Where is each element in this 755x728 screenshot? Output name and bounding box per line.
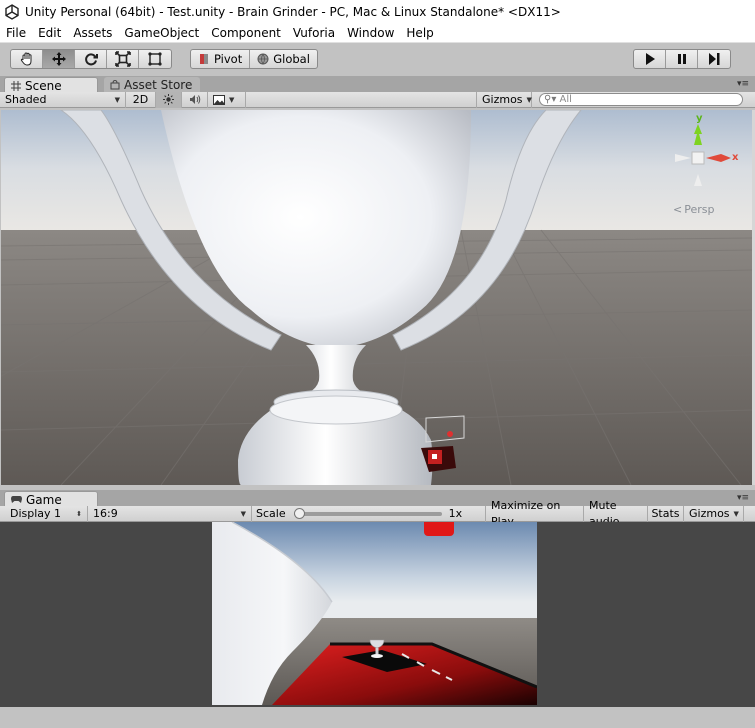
rotate-tool-button[interactable] bbox=[75, 50, 107, 68]
play-controls bbox=[633, 49, 731, 69]
search-icon: ⚲▾ bbox=[544, 94, 557, 105]
menu-assets[interactable]: Assets bbox=[67, 23, 118, 43]
hand-icon bbox=[20, 52, 31, 66]
scale-tool-button[interactable] bbox=[107, 50, 139, 68]
scale-slider[interactable] bbox=[293, 507, 442, 519]
scene-icon bbox=[11, 80, 21, 91]
global-label: Global bbox=[273, 52, 310, 66]
persp-label: Persp bbox=[684, 203, 715, 216]
sun-icon bbox=[163, 94, 174, 105]
title-bar: Unity Personal (64bit) - Test.unity - Br… bbox=[0, 0, 755, 23]
main-toolbar: Pivot Global bbox=[0, 43, 755, 76]
display-label: Display 1 bbox=[10, 506, 62, 520]
menu-gameobject[interactable]: GameObject bbox=[118, 23, 205, 43]
chevron-down-icon: ▼ bbox=[733, 509, 739, 518]
chevron-down-icon: ▼ bbox=[114, 95, 120, 104]
chevron-updown-icon: ⬍ bbox=[76, 509, 82, 518]
menu-vuforia[interactable]: Vuforia bbox=[287, 23, 341, 43]
scale-value: 1x bbox=[448, 506, 463, 520]
chevron-down-icon: ▼ bbox=[229, 95, 235, 104]
step-icon bbox=[709, 53, 720, 65]
menu-component[interactable]: Component bbox=[205, 23, 287, 43]
game-panel-menu-icon[interactable]: ▾≡ bbox=[737, 493, 749, 503]
scene-gizmos-dropdown[interactable]: Gizmos ▼ bbox=[476, 91, 532, 108]
speaker-icon bbox=[189, 95, 200, 104]
pause-icon bbox=[677, 54, 686, 64]
game-render bbox=[212, 522, 537, 705]
menu-edit[interactable]: Edit bbox=[32, 23, 67, 43]
menu-help[interactable]: Help bbox=[400, 23, 439, 43]
game-viewport[interactable] bbox=[0, 522, 755, 707]
draw-mode-label: Shaded bbox=[5, 92, 47, 106]
scene-viewport[interactable]: y x < Persp bbox=[1, 110, 752, 485]
mute-audio-toggle[interactable]: Mute audio bbox=[584, 499, 648, 528]
game-gizmos-dropdown[interactable]: Gizmos ▼ bbox=[684, 505, 744, 522]
play-button[interactable] bbox=[634, 50, 666, 68]
rect-tool-button[interactable] bbox=[139, 50, 171, 68]
perspective-icon: < bbox=[673, 203, 683, 216]
rect-icon bbox=[148, 52, 162, 66]
search-placeholder: All bbox=[559, 94, 572, 105]
status-bar bbox=[0, 707, 755, 728]
menu-window[interactable]: Window bbox=[341, 23, 400, 43]
hand-tool-button[interactable] bbox=[11, 50, 43, 68]
scale-slider-handle[interactable] bbox=[293, 507, 305, 519]
pivot-label: Pivot bbox=[214, 52, 243, 66]
chevron-down-icon: ▼ bbox=[526, 95, 532, 104]
scene-gizmos-label: Gizmos bbox=[482, 92, 523, 106]
pivot-button[interactable]: Pivot bbox=[191, 50, 251, 68]
step-button[interactable] bbox=[698, 50, 730, 68]
aspect-dropdown[interactable]: 16:9 ▼ bbox=[88, 505, 252, 522]
menu-bar: File Edit Assets GameObject Component Vu… bbox=[0, 23, 755, 43]
game-gizmos-label: Gizmos bbox=[689, 506, 730, 520]
window-title: Unity Personal (64bit) - Test.unity - Br… bbox=[25, 4, 561, 19]
scale-control: Scale 1x bbox=[252, 505, 486, 522]
scene-toolbar: Shaded ▼ 2D ▼ Gizmos ▼ ⚲▾ All bbox=[0, 91, 755, 108]
audio-toggle[interactable] bbox=[182, 91, 208, 108]
maximize-on-play-toggle[interactable]: Maximize on Play bbox=[486, 499, 584, 528]
game-canvas bbox=[212, 522, 537, 705]
move-tool-button[interactable] bbox=[43, 50, 75, 68]
pause-button[interactable] bbox=[666, 50, 698, 68]
axis-y-label: y bbox=[696, 113, 703, 124]
perspective-toggle[interactable]: < Persp bbox=[673, 203, 714, 216]
scene-search-input[interactable]: ⚲▾ All bbox=[539, 93, 743, 106]
2d-toggle[interactable]: 2D bbox=[126, 91, 156, 108]
scene-render bbox=[1, 110, 752, 485]
move-icon bbox=[51, 52, 66, 66]
scene-tab-bar: Scene Asset Store ▾≡ bbox=[0, 76, 755, 93]
pivot-icon bbox=[200, 54, 208, 64]
scene-panel-menu-icon[interactable]: ▾≡ bbox=[737, 79, 749, 89]
draw-mode-dropdown[interactable]: Shaded ▼ bbox=[0, 91, 126, 108]
axis-x-label: x bbox=[732, 152, 739, 163]
scale-label: Scale bbox=[256, 506, 286, 520]
chevron-down-icon: ▼ bbox=[240, 509, 246, 518]
effects-dropdown[interactable]: ▼ bbox=[208, 91, 246, 108]
menu-file[interactable]: File bbox=[0, 23, 32, 43]
rotate-icon bbox=[84, 53, 98, 66]
game-toolbar: Display 1 ⬍ 16:9 ▼ Scale 1x Maximize on … bbox=[0, 499, 755, 528]
globe-icon bbox=[257, 53, 269, 65]
asset-store-icon bbox=[110, 80, 120, 90]
scale-icon bbox=[114, 51, 131, 67]
transform-tools bbox=[10, 49, 172, 69]
stats-label: Stats bbox=[651, 506, 680, 520]
display-dropdown[interactable]: Display 1 ⬍ bbox=[0, 505, 88, 522]
unity-logo-icon bbox=[5, 3, 19, 20]
stats-toggle[interactable]: Stats bbox=[648, 505, 684, 522]
play-icon bbox=[645, 53, 655, 65]
image-icon bbox=[213, 94, 225, 105]
2d-label: 2D bbox=[132, 92, 149, 106]
gamepad-icon bbox=[11, 496, 22, 503]
lighting-toggle[interactable] bbox=[156, 91, 182, 108]
global-button[interactable]: Global bbox=[250, 50, 317, 68]
pivot-controls: Pivot Global bbox=[190, 49, 318, 69]
aspect-label: 16:9 bbox=[93, 506, 118, 520]
